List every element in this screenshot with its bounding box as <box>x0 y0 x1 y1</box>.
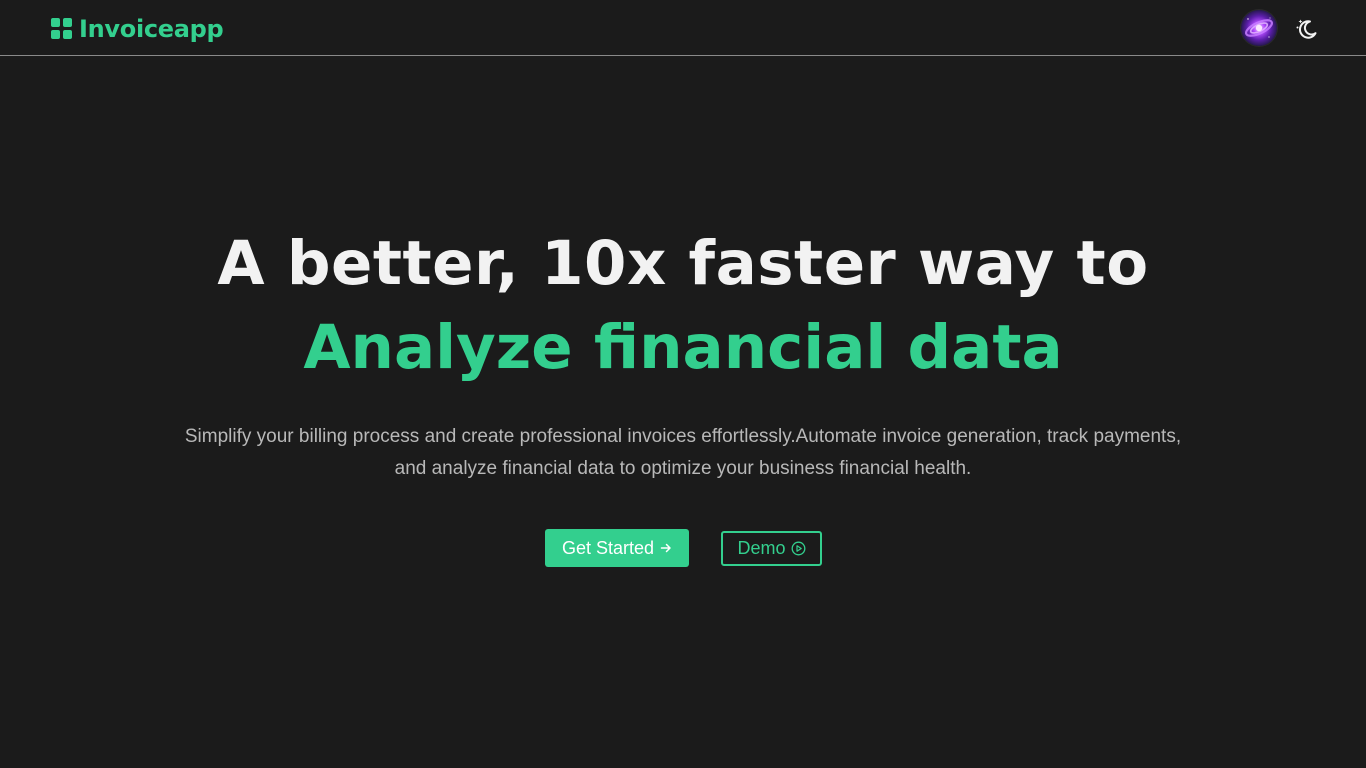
grid-icon <box>51 18 73 40</box>
hero-description: Simplify your billing process and create… <box>184 426 1182 479</box>
play-circle-icon <box>791 541 806 556</box>
demo-label: Demo <box>737 538 786 558</box>
demo-button[interactable]: Demo <box>721 531 822 566</box>
moon-stars-icon <box>1296 19 1317 39</box>
theme-toggle-button[interactable] <box>1292 14 1320 42</box>
hero-title-highlight: Analyze financial data <box>303 312 1063 383</box>
arrow-right-icon <box>660 542 672 554</box>
get-started-button[interactable]: Get Started <box>545 529 689 567</box>
top-navbar: Invoiceapp <box>0 0 1366 56</box>
logo-link[interactable]: Invoiceapp <box>51 14 224 44</box>
logo-text: Invoiceapp <box>79 15 224 43</box>
hero-title: A better, 10x faster way to <box>217 228 1149 299</box>
get-started-label: Get Started <box>561 537 655 558</box>
user-avatar[interactable] <box>1241 10 1277 46</box>
